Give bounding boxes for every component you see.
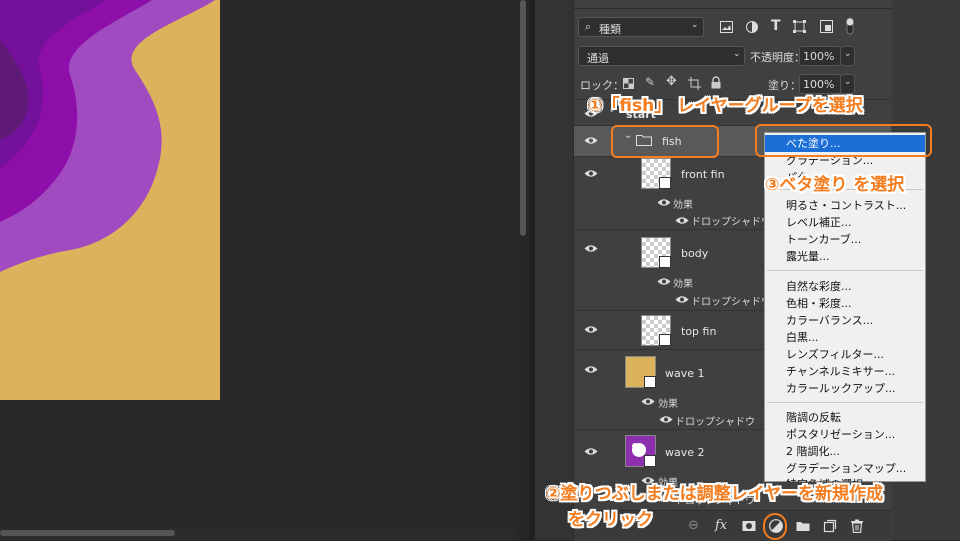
pixel-filter-icon[interactable] [720, 21, 733, 33]
new-layer-icon[interactable] [823, 519, 837, 533]
shape-filter-icon[interactable] [793, 20, 806, 33]
layer-name: front fin [681, 168, 725, 181]
link-icon[interactable]: ⊖ [688, 518, 699, 533]
menu-item-hue-saturation[interactable]: 色相・彩度... [765, 295, 925, 312]
filter-kind-select[interactable]: ⌕ 種類 ⌄ [578, 17, 704, 37]
eye-icon[interactable] [584, 365, 598, 374]
eye-icon[interactable] [584, 447, 598, 456]
menu-item-color-balance[interactable]: カラーバランス... [765, 312, 925, 329]
effect-name: ドロップシャドウ [675, 417, 755, 428]
smart-object-icon [659, 177, 671, 189]
lock-transparent-icon[interactable] [623, 78, 634, 89]
wave-artwork [0, 0, 215, 272]
menu-item-channel-mixer[interactable]: チャンネルミキサー... [765, 363, 925, 380]
move-icon[interactable]: ✥ [666, 74, 677, 89]
menu-item-brightness-contrast[interactable]: 明るさ・コントラスト... [765, 197, 925, 214]
fx-icon[interactable]: fx [715, 518, 727, 533]
blend-mode-select[interactable]: 通過 ⌄ [578, 46, 745, 66]
menu-separator [767, 270, 923, 271]
effects-label: 効果 [673, 200, 693, 211]
brush-icon[interactable]: ✎ [645, 75, 655, 89]
vertical-scroll-thumb[interactable] [520, 0, 526, 236]
effect-name: ドロップシャドウ [691, 217, 771, 228]
menu-item-black-white[interactable]: 白黒... [765, 329, 925, 346]
menu-item-photo-filter[interactable]: レンズフィルター... [765, 346, 925, 363]
menu-item-exposure[interactable]: 露光量... [765, 248, 925, 265]
menu-item-curves[interactable]: トーンカーブ... [765, 231, 925, 248]
filter-kind-value: 種類 [599, 23, 621, 36]
menu-item-vibrance[interactable]: 自然な彩度... [765, 278, 925, 295]
menu-separator [767, 402, 923, 403]
chevron-down-icon: ⌄ [691, 20, 699, 30]
menu-item-levels[interactable]: レベル補正... [765, 214, 925, 231]
menu-item-invert[interactable]: 階調の反転 [765, 409, 925, 426]
menu-item-threshold[interactable]: 2 階調化... [765, 443, 925, 460]
eye-icon[interactable] [659, 415, 673, 424]
smart-object-icon [659, 256, 671, 268]
blend-mode-value: 通過 [587, 52, 609, 65]
artboard-lock-icon[interactable] [688, 77, 701, 90]
layer-name: wave 2 [665, 446, 705, 459]
eye-icon[interactable] [657, 277, 671, 286]
eye-icon[interactable] [675, 295, 689, 304]
artboard[interactable] [0, 0, 220, 400]
adjustment-filter-icon[interactable] [746, 21, 758, 33]
menu-item-color-lookup[interactable]: カラールックアップ... [765, 380, 925, 397]
effect-name: ドロップシャドウ [691, 297, 771, 308]
annotation-step-2-line-2: をクリック [568, 510, 653, 530]
trash-icon[interactable] [850, 519, 864, 533]
eye-icon[interactable] [584, 325, 598, 334]
chevron-down-icon: ⌄ [844, 77, 852, 87]
chevron-down-icon: ⌄ [733, 49, 741, 59]
eye-icon[interactable] [584, 244, 598, 253]
menu-item-gradient-map[interactable]: グラデーションマップ... [765, 460, 925, 477]
eye-icon[interactable] [584, 169, 598, 178]
effects-label: 効果 [658, 399, 678, 410]
opacity-label: 不透明度： [750, 51, 805, 64]
smart-object-icon [644, 455, 656, 467]
highlight-fish-group [611, 125, 719, 158]
annotation-step-3: ③ベタ塗り を選択 [765, 175, 905, 195]
type-filter-icon[interactable]: T [771, 18, 781, 34]
annotation-step-1: ①「fish」 レイヤーグループを選択 [588, 96, 863, 116]
eye-icon[interactable] [657, 198, 671, 207]
highlight-solid-color [755, 124, 932, 157]
layer-name: wave 1 [665, 367, 705, 380]
opacity-input[interactable]: 100% [799, 46, 841, 66]
eye-icon[interactable] [584, 136, 598, 145]
search-icon: ⌕ [585, 20, 592, 33]
annotation-step-2: ②塗りつぶしまたは調整レイヤーを新規作成 [546, 484, 884, 504]
smart-object-icon [644, 376, 656, 388]
layer-name: top fin [681, 325, 717, 338]
horizontal-scroll-thumb[interactable] [0, 530, 175, 536]
chevron-down-icon: ⌄ [844, 49, 852, 59]
filter-toggle-switch[interactable] [845, 16, 855, 36]
panel-top-border [573, 8, 891, 9]
eye-icon[interactable] [641, 397, 655, 406]
smart-object-filter-icon[interactable] [820, 20, 833, 33]
mask-icon[interactable] [742, 519, 756, 533]
smart-object-icon [659, 334, 671, 346]
fill-value: 100% [803, 78, 835, 91]
highlight-adjustment-button [763, 513, 787, 540]
folder-icon[interactable] [796, 519, 810, 533]
menu-item-posterize[interactable]: ポスタリゼーション... [765, 426, 925, 443]
opacity-value: 100% [803, 50, 835, 63]
layer-name: body [681, 247, 709, 260]
eye-icon[interactable] [675, 216, 689, 225]
effects-label: 効果 [673, 279, 693, 290]
panel-side-strip [535, 0, 573, 540]
opacity-dropdown[interactable]: ⌄ [840, 46, 855, 66]
lock-all-icon[interactable] [711, 76, 721, 89]
